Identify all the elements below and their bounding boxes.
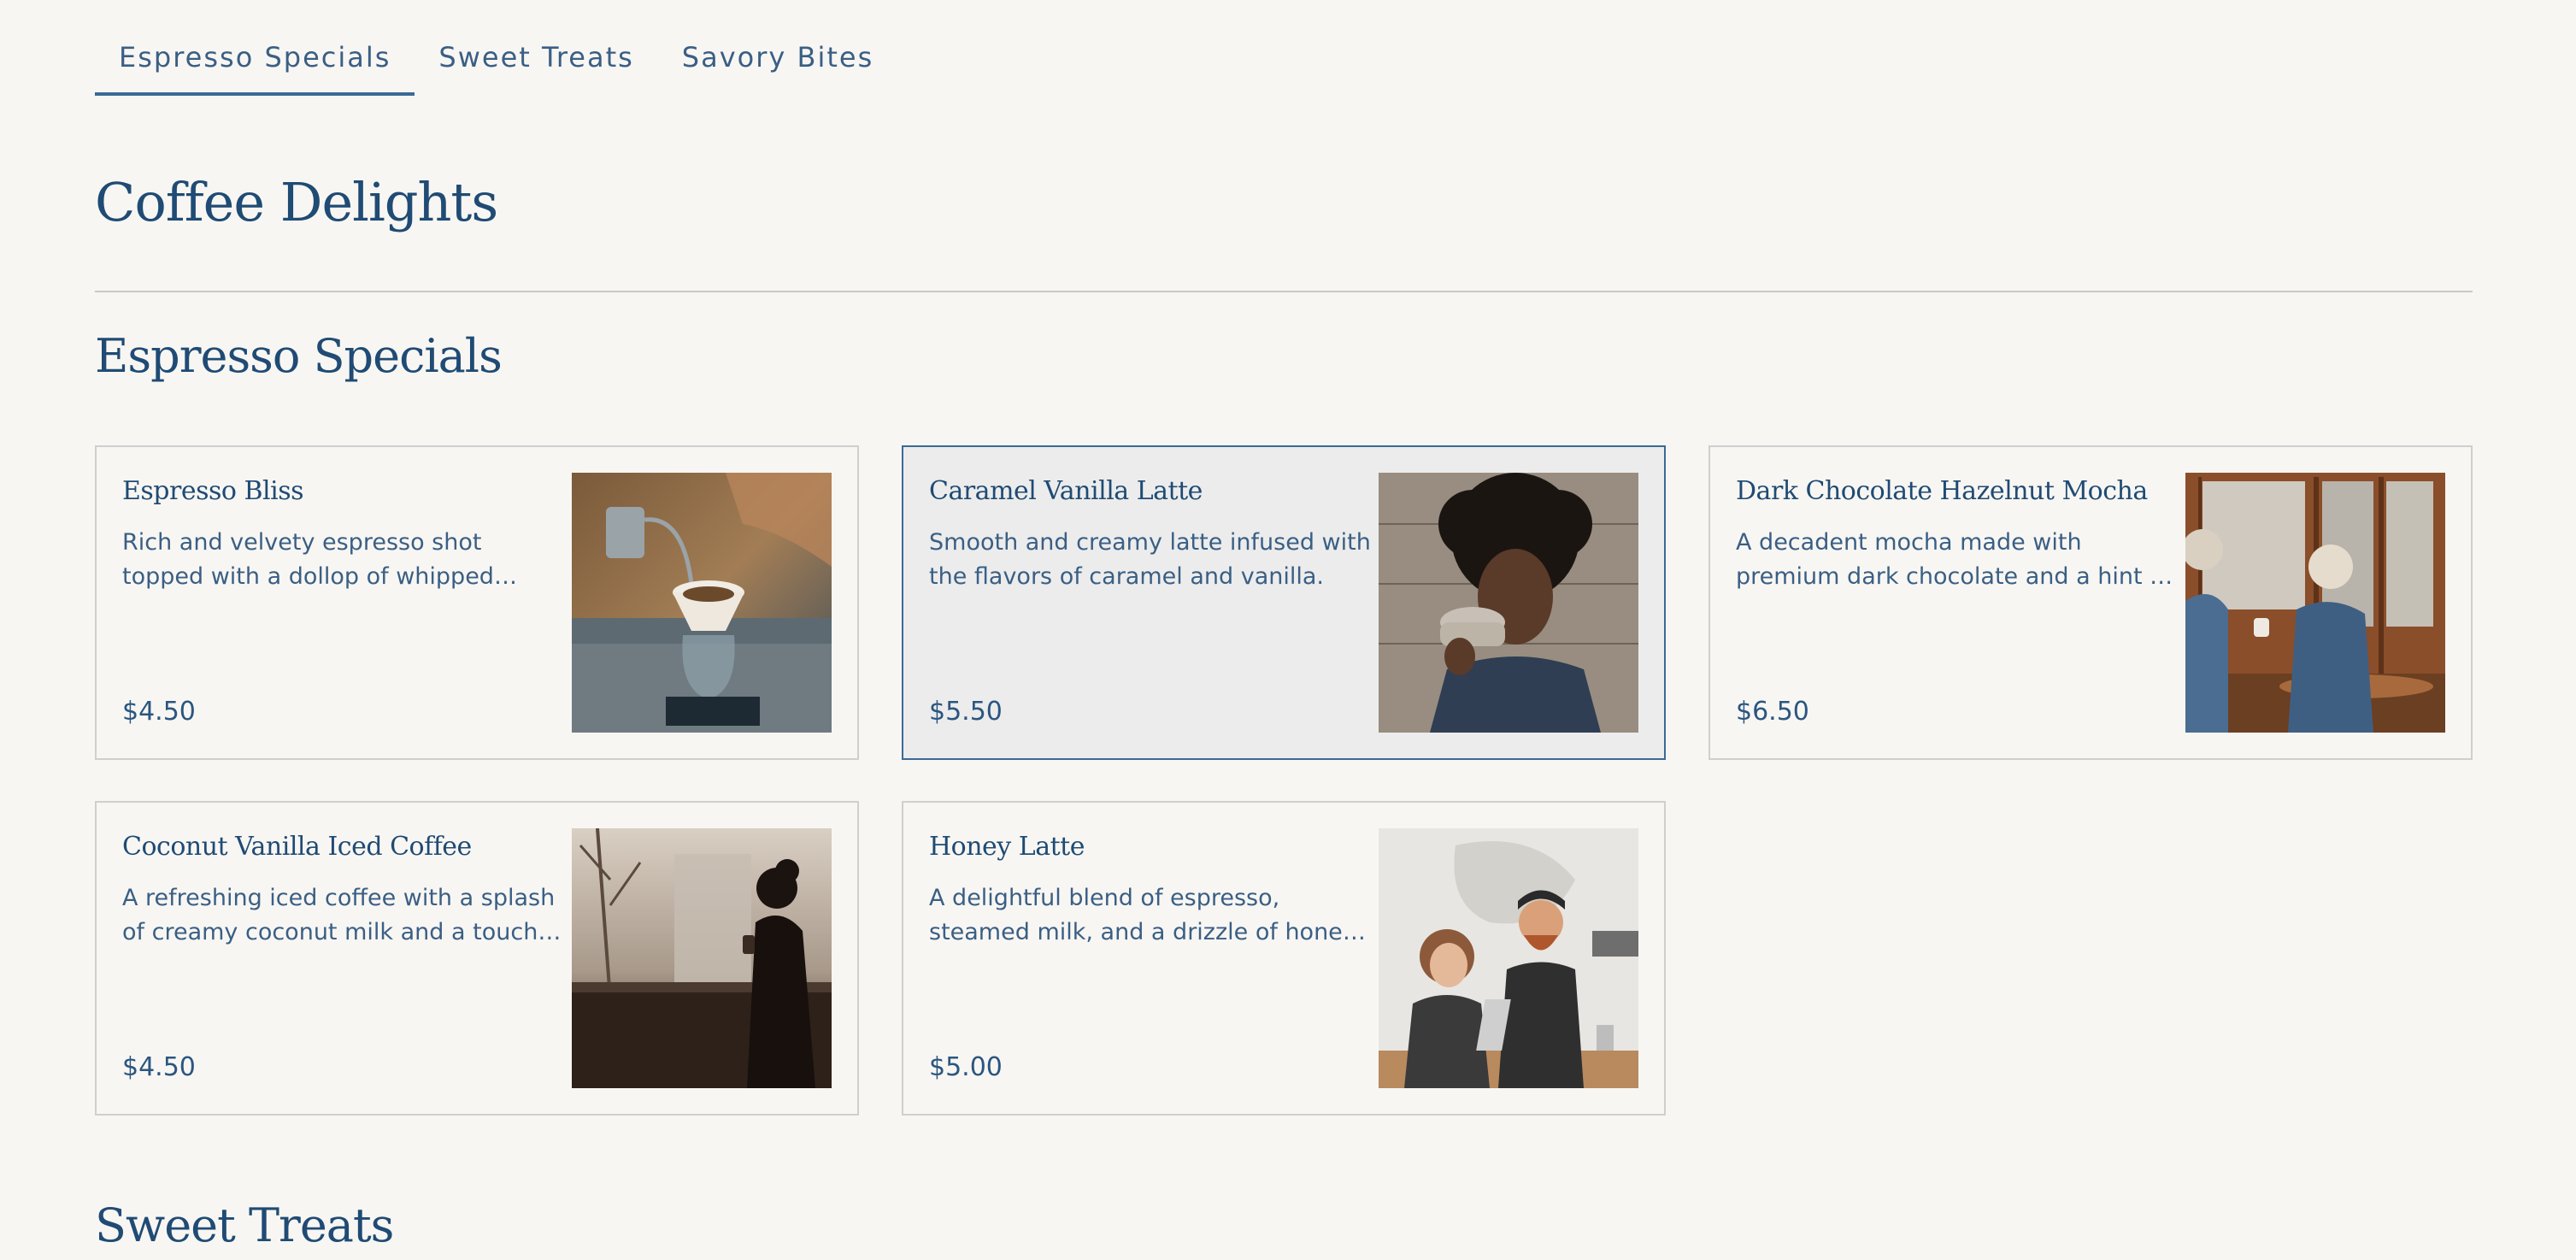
tab-sweet-treats[interactable]: Sweet Treats — [415, 29, 657, 96]
item-price: $4.50 — [122, 1052, 196, 1082]
menu-card-espresso-bliss[interactable]: Espresso Bliss Rich and velvety espresso… — [95, 445, 859, 760]
item-price: $5.50 — [929, 697, 1003, 727]
section-title-sweet-treats: Sweet Treats — [95, 1198, 394, 1252]
menu-card-coconut-vanilla-iced-coffee[interactable]: Coconut Vanilla Iced Coffee A refreshing… — [95, 801, 859, 1116]
item-name: Dark Chocolate Hazelnut Mocha — [1736, 476, 2148, 506]
woman-coffee-illustration — [1379, 473, 1638, 733]
woman-drinking-coffee-photo — [1379, 473, 1638, 733]
tab-savory-bites[interactable]: Savory Bites — [658, 29, 897, 96]
item-description: A refreshing iced coffee with a splash o… — [122, 885, 556, 945]
item-name: Coconut Vanilla Iced Coffee — [122, 832, 472, 862]
item-price: $4.50 — [122, 697, 196, 727]
section-title-espresso-specials: Espresso Specials — [95, 329, 503, 383]
item-name: Honey Latte — [929, 832, 1085, 862]
woman-window-silhouette-photo — [572, 828, 832, 1088]
page-title: Coffee Delights — [95, 171, 498, 233]
espresso-menu-grid: Espresso Bliss Rich and velvety espresso… — [95, 445, 2473, 1116]
title-divider — [95, 291, 2473, 292]
elderly-couple-cafe-photo — [2185, 473, 2445, 733]
pour-over-coffee-photo — [572, 473, 832, 733]
item-description: A delightful blend of espresso, steamed … — [929, 885, 1356, 945]
item-price: $5.00 — [929, 1052, 1003, 1082]
tab-espresso-specials[interactable]: Espresso Specials — [95, 29, 415, 96]
couple-cafe-illustration — [2185, 473, 2445, 733]
window-silhouette-illustration — [572, 828, 832, 1088]
menu-card-honey-latte[interactable]: Honey Latte A delightful blend of espres… — [902, 801, 1666, 1116]
item-name: Espresso Bliss — [122, 476, 304, 506]
category-tabs: Espresso Specials Sweet Treats Savory Bi… — [95, 29, 897, 96]
item-description: Rich and velvety espresso shot topped wi… — [122, 529, 494, 590]
pour-over-illustration — [572, 473, 832, 733]
menu-card-caramel-vanilla-latte[interactable]: Caramel Vanilla Latte Smooth and creamy … — [902, 445, 1666, 760]
item-description: A decadent mocha made with premium dark … — [1736, 529, 2173, 590]
item-description: Smooth and creamy latte infused with the… — [929, 529, 1371, 590]
barista-couple-illustration — [1379, 828, 1638, 1088]
item-name: Caramel Vanilla Latte — [929, 476, 1203, 506]
menu-card-dark-chocolate-hazelnut-mocha[interactable]: Dark Chocolate Hazelnut Mocha A decadent… — [1709, 445, 2473, 760]
barista-couple-photo — [1379, 828, 1638, 1088]
item-price: $6.50 — [1736, 697, 1809, 727]
